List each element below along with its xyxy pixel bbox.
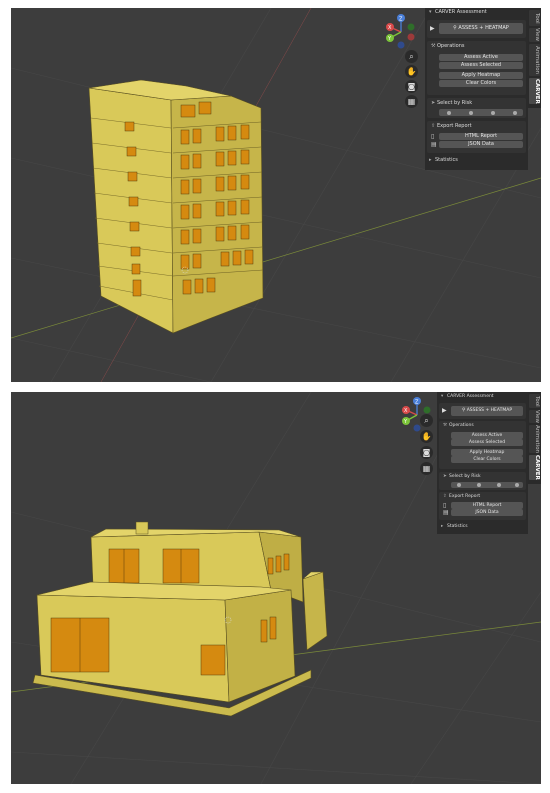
operations-box: ⚒ Operations Assess Active Assess Selecte… — [427, 41, 526, 95]
data-file-icon-2: ▤ — [443, 509, 449, 516]
grid-view-icon-2[interactable]: ▦ — [420, 462, 433, 475]
document-icon: ▯ — [431, 133, 435, 140]
json-data-button-2[interactable]: JSON Data — [451, 509, 523, 516]
sidebar-tabs-2: Tool View Animation CARVER — [528, 392, 541, 484]
risk-high-dot[interactable] — [469, 110, 473, 115]
select-by-risk-box: ➤ Select by Risk — [427, 98, 526, 118]
clear-colors-button[interactable]: Clear Colors — [439, 80, 523, 87]
viewport-screenshot-top: Z X Y ⌕ ✋ ◙ ▦ ▾ CARVER Assessment ▶ ⚲ ASS… — [11, 8, 541, 382]
camera-icon[interactable]: ◙ — [405, 80, 418, 93]
building-low[interactable] — [32, 521, 328, 717]
play-icon: ▶ — [430, 25, 435, 32]
tab-animation[interactable]: Animation — [529, 44, 540, 76]
tab-animation-2[interactable]: Animation — [529, 425, 540, 453]
operations-header-2: ⚒ Operations — [443, 423, 474, 428]
operations-box-2: ⚒ Operations Assess Active Assess Selecte… — [439, 421, 526, 469]
select-by-risk-header: ➤ Select by Risk — [431, 100, 473, 106]
export-report-header: ⇪ Export Report — [431, 123, 472, 129]
risk-low-dot-2[interactable] — [515, 483, 519, 487]
sidebar-panel: ▾ CARVER Assessment ▶ ⚲ ASSESS + HEATMAP … — [425, 8, 528, 170]
carver-panel-header-2[interactable]: ▾ CARVER Assessment — [437, 392, 528, 401]
grid-view-icon[interactable]: ▦ — [405, 95, 418, 108]
gizmo-x-label: X — [388, 25, 392, 31]
risk-level-selector-2[interactable] — [451, 482, 523, 488]
tab-view-2[interactable]: View — [529, 410, 540, 423]
assess-active-button-2[interactable]: Assess Active — [451, 432, 523, 439]
html-report-button[interactable]: HTML Report — [439, 133, 523, 140]
zoom-icon[interactable]: ⌕ — [405, 50, 418, 63]
tab-tool-2[interactable]: Tool — [529, 394, 540, 408]
select-by-risk-header-2: ➤ Select by Risk — [443, 474, 481, 479]
risk-medium-dot[interactable] — [491, 110, 495, 115]
clear-colors-button-2[interactable]: Clear Colors — [451, 456, 523, 463]
gizmo-x-label-2: X — [404, 408, 408, 414]
risk-medium-dot-2[interactable] — [497, 483, 501, 487]
assess-heatmap-button-2[interactable]: ⚲ ASSESS + HEATMAP — [451, 406, 523, 416]
assess-run-box: ▶ ⚲ ASSESS + HEATMAP — [427, 20, 526, 38]
gizmo-z-label: Z — [399, 17, 403, 23]
x-axis-line — [11, 177, 541, 339]
apply-heatmap-button[interactable]: Apply Heatmap — [439, 72, 523, 79]
risk-critical-dot-2[interactable] — [457, 483, 461, 487]
risk-low-dot[interactable] — [513, 110, 517, 115]
tab-tool[interactable]: Tool — [529, 10, 540, 26]
navigation-gizmo[interactable]: Z X Y — [381, 12, 419, 50]
sidebar-tabs: Tool View Animation CARVER — [528, 8, 541, 108]
assess-heatmap-button[interactable]: ⚲ ASSESS + HEATMAP — [439, 23, 523, 34]
statistics-header[interactable]: ▸ Statistics — [425, 156, 528, 165]
assess-active-button[interactable]: Assess Active — [439, 54, 523, 61]
camera-icon-2[interactable]: ◙ — [420, 446, 433, 459]
gizmo-z-label-2: Z — [415, 400, 419, 406]
risk-high-dot-2[interactable] — [477, 483, 481, 487]
assess-selected-button-2[interactable]: Assess Selected — [451, 439, 523, 446]
risk-critical-dot[interactable] — [447, 110, 451, 115]
export-report-box-2: ⇪ Export Report ▯ ▤ HTML Report JSON Data — [439, 492, 526, 520]
json-data-button[interactable]: JSON Data — [439, 141, 523, 148]
panel-title: CARVER Assessment — [435, 9, 487, 15]
viewport-screenshot-bottom: Z X Y ⌕ ✋ ◙ ▦ ▾ CARVER Assessment ▶ ⚲ ASS… — [11, 392, 541, 784]
statistics-header-2[interactable]: ▸ Statistics — [437, 522, 528, 531]
assess-run-box-2: ▶ ⚲ ASSESS + HEATMAP — [439, 403, 526, 419]
zoom-icon-2[interactable]: ⌕ — [420, 414, 433, 427]
tab-carver[interactable]: CARVER — [529, 78, 540, 104]
carver-panel-header[interactable]: ▾ CARVER Assessment — [425, 8, 528, 17]
tab-carver-2[interactable]: CARVER — [529, 455, 540, 480]
apply-heatmap-button-2[interactable]: Apply Heatmap — [451, 449, 523, 456]
assess-selected-button[interactable]: Assess Selected — [439, 62, 523, 69]
operations-header: ⚒ Operations — [431, 43, 465, 49]
html-report-button-2[interactable]: HTML Report — [451, 502, 523, 509]
pan-hand-icon[interactable]: ✋ — [405, 65, 418, 78]
pan-hand-icon-2[interactable]: ✋ — [420, 430, 433, 443]
tab-view[interactable]: View — [529, 28, 540, 42]
play-icon-2: ▶ — [442, 407, 447, 414]
document-icon-2: ▯ — [443, 502, 447, 509]
risk-level-selector[interactable] — [439, 109, 523, 116]
select-by-risk-box-2: ➤ Select by Risk — [439, 472, 526, 490]
export-report-header-2: ⇪ Export Report — [443, 494, 481, 499]
export-report-box: ⇪ Export Report ▯ ▤ HTML Report JSON Data — [427, 121, 526, 153]
building-tall[interactable] — [88, 79, 264, 334]
data-file-icon: ▤ — [431, 141, 437, 148]
sidebar-panel-2: ▾ CARVER Assessment ▶ ⚲ ASSESS + HEATMAP … — [437, 392, 528, 534]
